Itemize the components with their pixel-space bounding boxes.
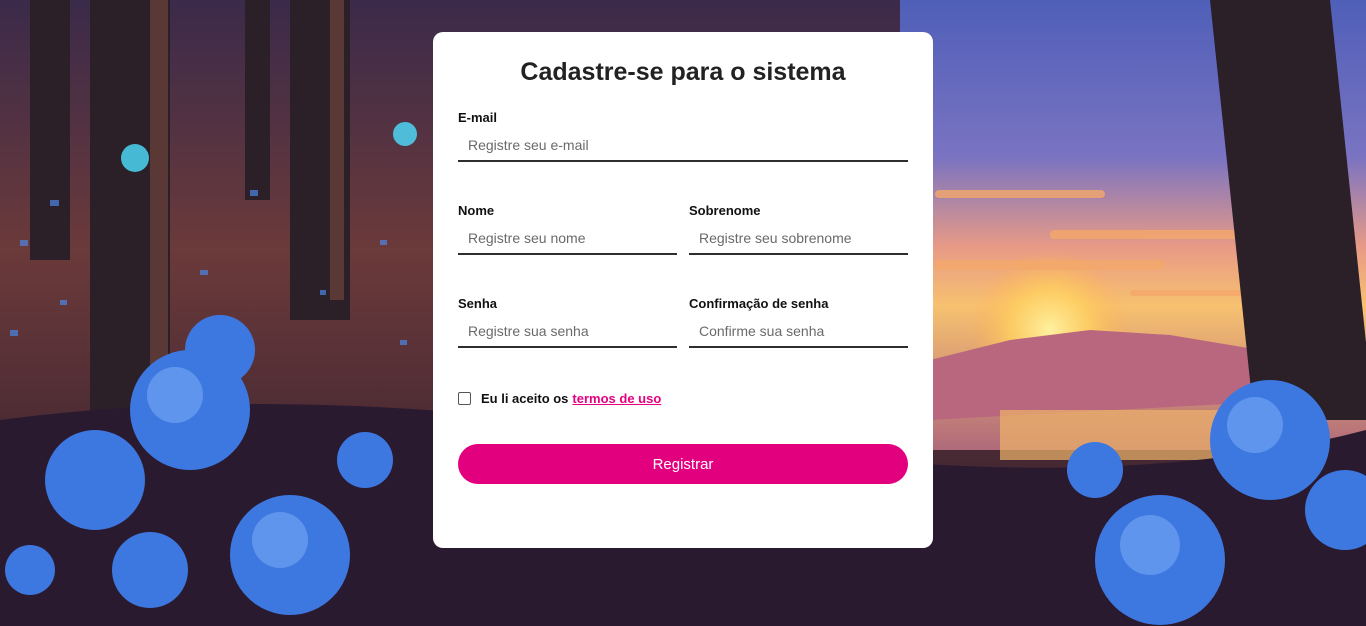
nome-input[interactable]: [458, 223, 677, 255]
email-input[interactable]: [458, 130, 908, 162]
nome-label: Nome: [458, 203, 495, 218]
email-label: E-mail: [458, 110, 498, 125]
sobrenome-group: Sobrenome: [689, 203, 908, 255]
terms-checkbox[interactable]: [458, 392, 471, 405]
nome-group: Nome: [458, 203, 677, 255]
confirmacao-label: Confirmação de senha: [689, 296, 829, 311]
confirmacao-input[interactable]: [689, 316, 908, 348]
terms-text: Eu li aceito os: [481, 391, 569, 406]
senha-input[interactable]: [458, 316, 677, 348]
register-button[interactable]: Registrar: [458, 444, 908, 484]
form-title: Cadastre-se para o sistema: [520, 58, 846, 86]
sobrenome-label: Sobrenome: [689, 203, 761, 218]
senha-group: Senha: [458, 296, 677, 348]
terms-row: Eu li aceito os termos de uso: [458, 391, 661, 406]
senha-label: Senha: [458, 296, 498, 311]
terms-link[interactable]: termos de uso: [572, 391, 661, 406]
email-group: E-mail: [458, 110, 908, 162]
sobrenome-input[interactable]: [689, 223, 908, 255]
register-card: Cadastre-se para o sistema E-mail Nome S…: [433, 32, 933, 548]
confirmacao-group: Confirmação de senha: [689, 296, 908, 348]
